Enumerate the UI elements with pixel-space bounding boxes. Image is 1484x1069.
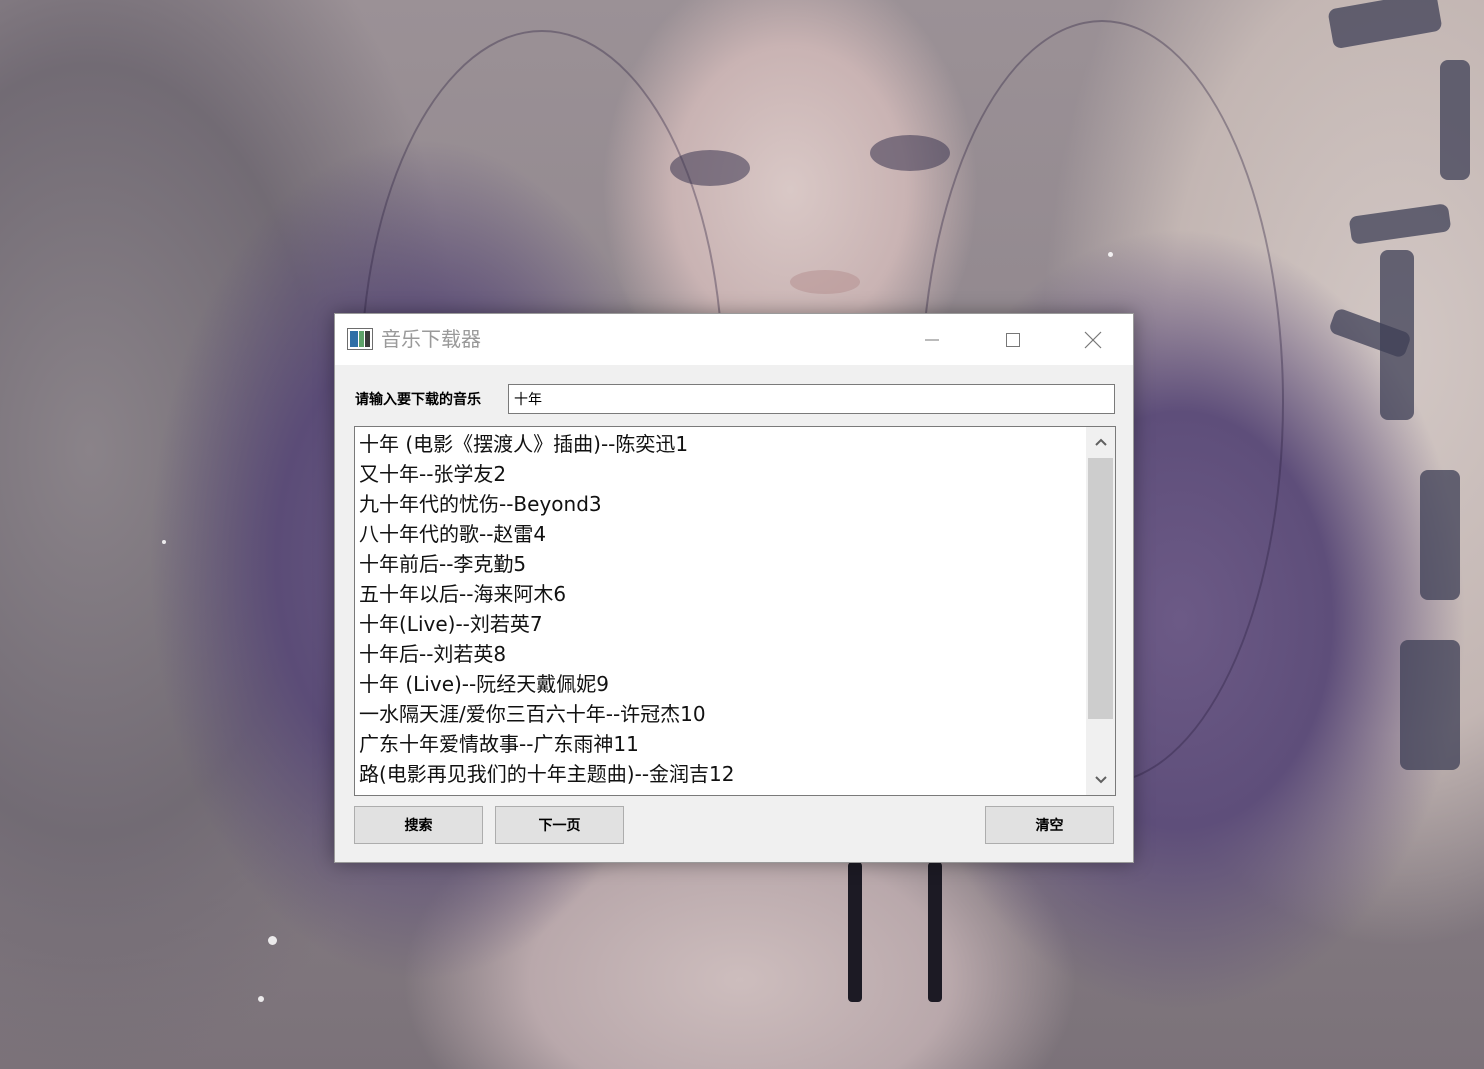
scroll-up-button[interactable] — [1086, 427, 1115, 457]
app-icon — [347, 328, 373, 350]
list-item[interactable]: 十年 (Live)--阮经天戴佩妮9 — [359, 669, 1085, 699]
window-title: 音乐下载器 — [381, 327, 481, 351]
wallpaper-sparkle — [268, 936, 277, 945]
wallpaper-eye — [670, 150, 750, 186]
results-listbox[interactable]: 十年 (电影《摆渡人》插曲)--陈奕迅1 又十年--张学友2 九十年代的忧伤--Be… — [354, 426, 1116, 796]
search-label: 请输入要下载的音乐 — [355, 392, 481, 408]
wallpaper-calligraphy — [1420, 470, 1460, 600]
title-bar[interactable]: 音乐下载器 — [335, 314, 1133, 365]
close-button[interactable] — [1053, 314, 1133, 365]
list-item[interactable]: 八十年代的歌--赵雷4 — [359, 519, 1085, 549]
list-item[interactable]: 十年前后--李克勤5 — [359, 549, 1085, 579]
clear-button[interactable]: 清空 — [985, 806, 1114, 844]
vertical-scrollbar[interactable] — [1086, 427, 1115, 795]
search-input[interactable] — [508, 384, 1115, 414]
next-page-button[interactable]: 下一页 — [495, 806, 624, 844]
music-downloader-window: 音乐下载器 请输入要下载的音乐 十年 (电影《摆渡人》插曲)--陈奕迅1又十年-… — [334, 313, 1134, 863]
close-icon — [1084, 331, 1102, 348]
results-list: 十年 (电影《摆渡人》插曲)--陈奕迅1 又十年--张学友2 九十年代的忧伤--Be… — [359, 429, 1085, 789]
wallpaper-eye — [870, 135, 950, 171]
chevron-down-icon — [1094, 776, 1107, 784]
wallpaper-mouth — [790, 270, 860, 294]
chevron-up-icon — [1094, 438, 1107, 446]
wallpaper-calligraphy — [1327, 0, 1443, 50]
minimize-icon — [925, 339, 939, 340]
wallpaper-ribbon — [848, 862, 862, 1002]
list-item[interactable]: 五十年以后--海来阿木6 — [359, 579, 1085, 609]
wallpaper-calligraphy — [1400, 640, 1460, 770]
maximize-button[interactable] — [973, 314, 1053, 365]
scroll-down-button[interactable] — [1086, 765, 1115, 795]
minimize-button[interactable] — [892, 314, 972, 365]
list-item[interactable]: 广东十年爱情故事--广东雨神11 — [359, 729, 1085, 759]
wallpaper-ribbon — [928, 862, 942, 1002]
wallpaper-calligraphy — [1440, 60, 1470, 180]
search-button[interactable]: 搜索 — [354, 806, 483, 844]
wallpaper-sparkle — [258, 996, 264, 1002]
wallpaper-calligraphy — [1348, 203, 1452, 245]
list-item[interactable]: 又十年--张学友2 — [359, 459, 1085, 489]
list-item[interactable]: 一水隔天涯/爱你三百六十年--许冠杰10 — [359, 699, 1085, 729]
scroll-thumb[interactable] — [1088, 458, 1113, 719]
wallpaper-sparkle — [1108, 252, 1113, 257]
maximize-icon — [1006, 332, 1020, 347]
list-item[interactable]: 路(电影再见我们的十年主题曲)--金润吉12 — [359, 759, 1085, 789]
list-item[interactable]: 十年后--刘若英8 — [359, 639, 1085, 669]
list-item[interactable]: 九十年代的忧伤--Beyond3 — [359, 489, 1085, 519]
list-item[interactable]: 十年(Live)--刘若英7 — [359, 609, 1085, 639]
list-item[interactable]: 十年 (电影《摆渡人》插曲)--陈奕迅1 — [359, 429, 1085, 459]
wallpaper-sparkle — [162, 540, 166, 544]
